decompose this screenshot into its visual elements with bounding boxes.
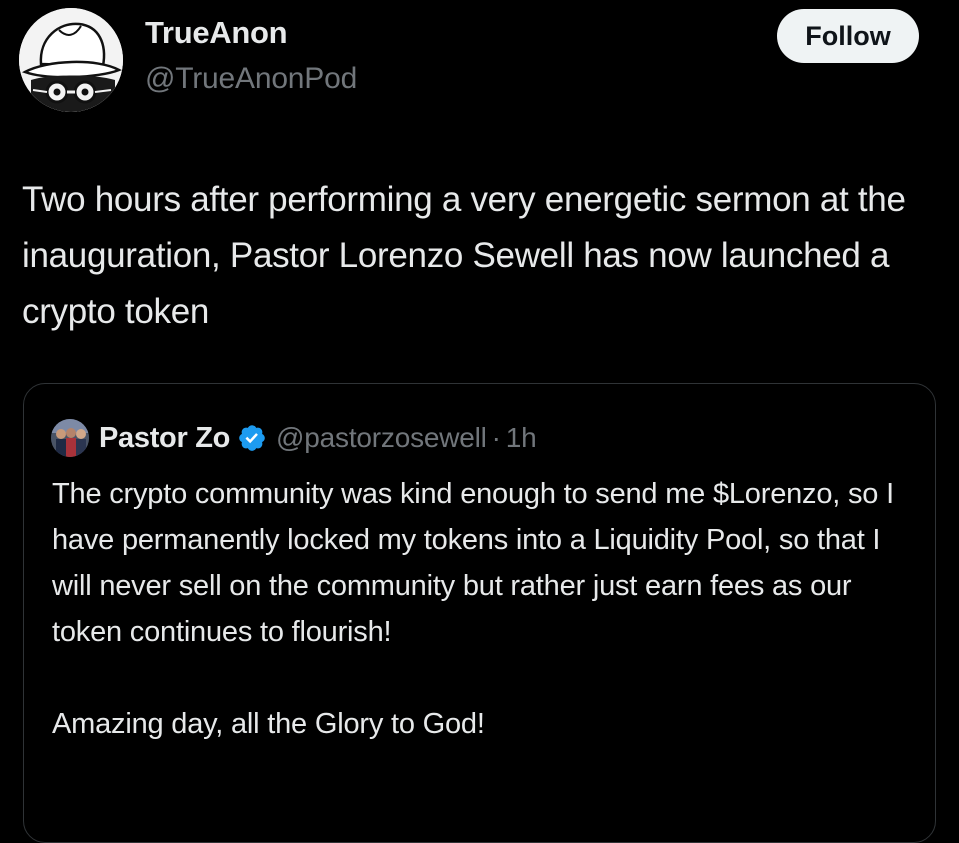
quoted-author-display-name[interactable]: Pastor Zo bbox=[99, 422, 230, 455]
quoted-post-card[interactable]: Pastor Zo @pastorzosewell · 1h The crypt… bbox=[23, 383, 936, 843]
author-avatar[interactable] bbox=[19, 8, 123, 112]
separator-dot: · bbox=[491, 422, 501, 453]
cartoon-hat-glasses-avatar-icon bbox=[19, 8, 123, 112]
quoted-post-timestamp[interactable]: 1h bbox=[506, 422, 537, 454]
quoted-author-avatar[interactable] bbox=[51, 419, 89, 457]
post: TrueAnon @TrueAnonPod Follow Two hours a… bbox=[0, 0, 959, 843]
author-display-name[interactable]: TrueAnon bbox=[145, 15, 288, 51]
author-handle[interactable]: @TrueAnonPod bbox=[145, 62, 357, 96]
post-text: Two hours after performing a very energe… bbox=[22, 180, 906, 331]
quoted-post-paragraph: Amazing day, all the Glory to God! bbox=[52, 708, 485, 740]
follow-button[interactable]: Follow bbox=[777, 9, 919, 63]
quoted-post-header: Pastor Zo @pastorzosewell · 1h bbox=[51, 418, 537, 458]
group-photo-avatar-icon bbox=[51, 419, 89, 457]
verified-badge-icon bbox=[237, 423, 267, 453]
quoted-post-text: The crypto community was kind enough to … bbox=[52, 471, 912, 747]
quoted-post-paragraph: The crypto community was kind enough to … bbox=[52, 478, 894, 648]
quoted-author-handle[interactable]: @pastorzosewell bbox=[276, 422, 487, 454]
